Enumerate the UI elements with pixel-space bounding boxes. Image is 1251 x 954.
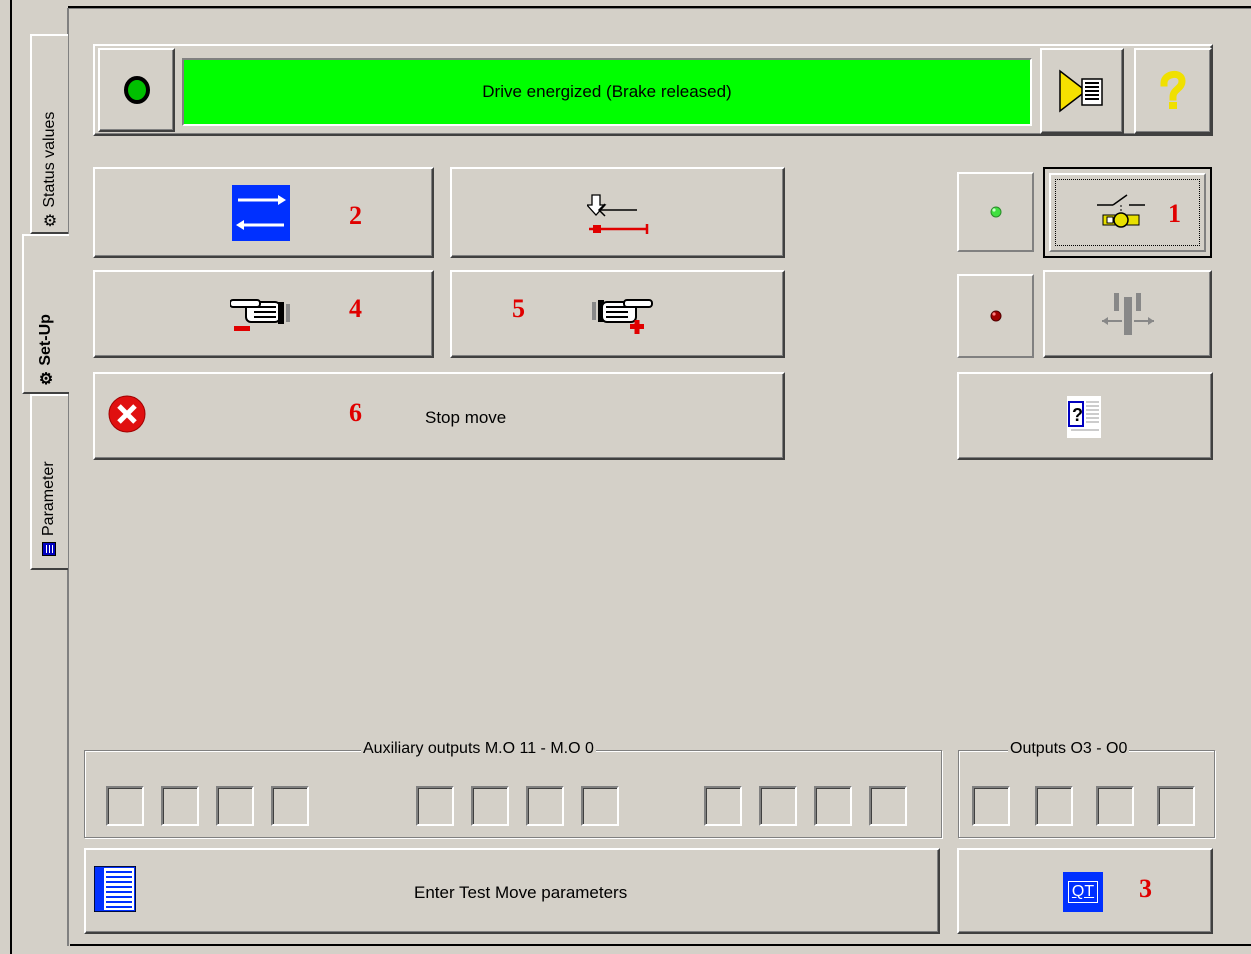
tab-set-up[interactable]: ⚙ Set-Up bbox=[22, 234, 69, 394]
enable-drive-button[interactable]: 1 bbox=[1043, 167, 1212, 258]
aux-output-checkbox[interactable] bbox=[869, 786, 907, 826]
limit-switch-button[interactable] bbox=[1043, 270, 1212, 358]
jog-plus-button[interactable]: 5 bbox=[450, 270, 785, 358]
status-ring-icon bbox=[123, 76, 150, 104]
marker-5: 5 bbox=[512, 294, 525, 323]
enter-test-move-button[interactable]: Enter Test Move parameters bbox=[84, 848, 940, 934]
qt-icon: QT bbox=[1063, 872, 1103, 912]
aux-output-checkbox[interactable] bbox=[106, 786, 144, 826]
list-icon bbox=[42, 542, 56, 556]
quick-tuning-button[interactable]: QT 3 bbox=[957, 848, 1213, 934]
marker-6: 6 bbox=[349, 398, 362, 427]
tab-label: Status values bbox=[41, 111, 58, 208]
tab-label: Set-Up bbox=[37, 314, 54, 366]
qt-label: QT bbox=[1067, 881, 1099, 903]
aux-output-checkbox[interactable] bbox=[526, 786, 564, 826]
status-log-button[interactable] bbox=[1040, 48, 1124, 134]
aux-output-checkbox[interactable] bbox=[216, 786, 254, 826]
enter-test-move-label: Enter Test Move parameters bbox=[414, 883, 628, 902]
limit-led-box bbox=[957, 274, 1034, 358]
aux-output-checkbox[interactable] bbox=[416, 786, 454, 826]
window-frame-left bbox=[10, 0, 12, 954]
aux-output-checkbox[interactable] bbox=[271, 786, 309, 826]
help-button[interactable] bbox=[1134, 48, 1212, 134]
output-checkbox[interactable] bbox=[972, 786, 1010, 826]
marker-2: 2 bbox=[349, 201, 362, 230]
tab-label: Parameter bbox=[40, 461, 57, 536]
marker-1: 1 bbox=[1168, 199, 1181, 228]
play-list-icon bbox=[1059, 69, 1103, 113]
info-list-button[interactable]: ? bbox=[957, 372, 1213, 460]
homing-icon bbox=[586, 193, 648, 234]
aux-output-checkbox[interactable] bbox=[161, 786, 199, 826]
info-list-icon: ? bbox=[1067, 396, 1101, 438]
gear-icon: ⚙ bbox=[42, 212, 58, 230]
enable-led-box bbox=[957, 172, 1034, 252]
aux-output-checkbox[interactable] bbox=[759, 786, 797, 826]
tab-status-values[interactable]: ⚙ Status values bbox=[30, 34, 68, 234]
outputs-title: Outputs O3 - O0 bbox=[1008, 740, 1130, 758]
reverse-arrows-icon bbox=[232, 185, 290, 241]
aux-output-checkbox[interactable] bbox=[581, 786, 619, 826]
tab-parameter[interactable]: Parameter bbox=[30, 394, 68, 570]
enable-led-icon bbox=[990, 206, 1001, 218]
output-checkbox[interactable] bbox=[1096, 786, 1134, 826]
aux-output-checkbox[interactable] bbox=[704, 786, 742, 826]
homing-button[interactable] bbox=[450, 167, 785, 258]
output-checkbox[interactable] bbox=[1035, 786, 1073, 826]
limit-led-icon bbox=[990, 310, 1001, 322]
aux-output-checkbox[interactable] bbox=[814, 786, 852, 826]
stop-move-label: Stop move bbox=[425, 408, 507, 427]
auxiliary-outputs-title: Auxiliary outputs M.O 11 - M.O 0 bbox=[361, 740, 596, 758]
window-frame-top-shadow bbox=[68, 8, 1251, 9]
status-text: Drive energized (Brake released) bbox=[482, 82, 732, 101]
parameter-list-icon bbox=[94, 866, 136, 912]
svg-text:?: ? bbox=[1072, 405, 1083, 425]
status-bar: Drive energized (Brake released) bbox=[182, 58, 1032, 126]
output-checkbox[interactable] bbox=[1157, 786, 1195, 826]
hand-minus-icon bbox=[230, 299, 290, 331]
window-frame-bottom bbox=[70, 944, 1251, 946]
hand-plus-icon bbox=[592, 299, 653, 334]
marker-3: 3 bbox=[1139, 874, 1152, 903]
toggle-direction-button[interactable]: 2 bbox=[93, 167, 434, 258]
jog-minus-button[interactable]: 4 bbox=[93, 270, 434, 358]
help-question-icon bbox=[1160, 71, 1186, 109]
stop-x-icon bbox=[108, 395, 146, 433]
stop-move-button[interactable]: 6 Stop move bbox=[93, 372, 785, 460]
switch-valve-icon bbox=[1097, 194, 1145, 228]
gear-icon: ⚙ bbox=[38, 370, 54, 388]
marker-4: 4 bbox=[349, 294, 362, 323]
aux-output-checkbox[interactable] bbox=[471, 786, 509, 826]
drive-state-button[interactable] bbox=[98, 48, 175, 132]
limit-arrows-icon bbox=[1101, 293, 1154, 335]
